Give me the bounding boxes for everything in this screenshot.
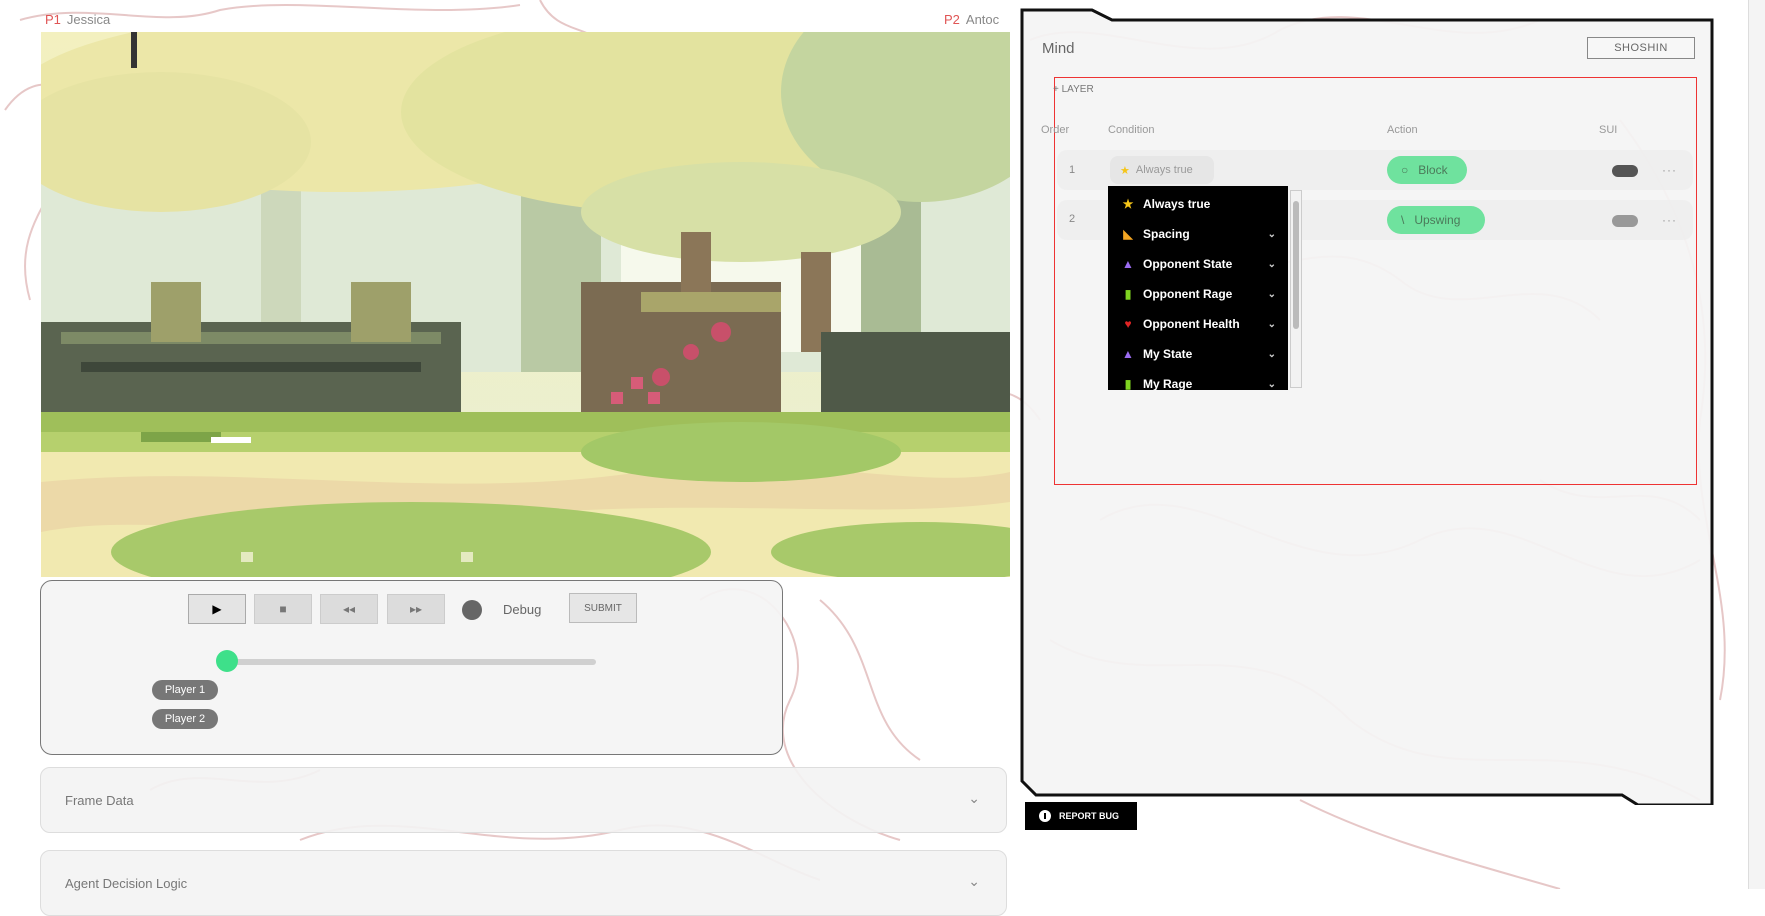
report-bug-button[interactable]: REPORT BUG	[1025, 802, 1137, 830]
column-action: Action	[1387, 124, 1418, 136]
dropdown-item-opponent-rage[interactable]: ▮ Opponent Rage ⌄	[1108, 279, 1288, 309]
player1-name-label: P1 Jessica	[45, 12, 110, 27]
chevron-down-icon: ⌄	[968, 790, 980, 806]
chevron-down-icon: ⌄	[1267, 288, 1276, 300]
player1-pill: Player 1	[152, 680, 218, 700]
submit-button[interactable]: SUBMIT	[569, 593, 637, 623]
fast-forward-icon: ▸▸	[409, 602, 423, 616]
page-scrollbar[interactable]	[1748, 0, 1765, 889]
chevron-down-icon: ⌄	[1267, 228, 1276, 240]
fast-forward-button[interactable]: ▸▸	[387, 594, 445, 624]
debug-label: Debug	[503, 602, 542, 617]
report-bug-label: REPORT BUG	[1059, 811, 1120, 821]
player2-pill: Player 2	[152, 709, 218, 729]
dropdown-scrollbar-thumb[interactable]	[1293, 201, 1299, 329]
battery-icon: ▮	[1124, 377, 1132, 390]
player2-name: Antoc	[965, 12, 1000, 27]
dropdown-item-opponent-health[interactable]: ♥ Opponent Health ⌄	[1108, 309, 1288, 339]
frame-slider-thumb[interactable]	[216, 650, 238, 672]
ruler-icon: ◣	[1123, 227, 1133, 241]
game-viewport[interactable]	[41, 32, 1010, 577]
dropdown-item-label: Always true	[1143, 197, 1211, 211]
dropdown-item-label: Opponent Health	[1143, 317, 1240, 331]
heart-icon: ♥	[1124, 317, 1132, 331]
dropdown-item-my-rage[interactable]: ▮ My Rage ⌄	[1108, 369, 1288, 390]
play-icon: ▶	[212, 602, 222, 616]
column-condition: Condition	[1108, 124, 1155, 136]
slash-icon: \	[1401, 213, 1405, 227]
dropdown-item-label: Opponent State	[1143, 257, 1233, 271]
agent-decision-logic-accordion[interactable]: Agent Decision Logic ⌄	[40, 850, 1007, 916]
accordion-label: Frame Data	[65, 793, 134, 808]
dropdown-item-spacing[interactable]: ◣ Spacing ⌄	[1108, 219, 1288, 249]
dropdown-item-my-state[interactable]: ▲ My State ⌄	[1108, 339, 1288, 369]
chevron-down-icon: ⌄	[1267, 318, 1276, 330]
playback-controls-panel: ▶ ■ ◂◂ ▸▸ Debug SUBMIT Player 1 Player 2	[40, 580, 783, 755]
dropdown-item-label: Spacing	[1143, 227, 1190, 241]
flask-icon: ▲	[1122, 347, 1134, 361]
column-order: Order	[1041, 124, 1070, 136]
dropdown-item-label: Opponent Rage	[1143, 287, 1233, 301]
sui-toggle[interactable]	[1612, 165, 1638, 177]
action-selector[interactable]: ○ Block	[1387, 156, 1467, 184]
shield-icon: ○	[1401, 163, 1409, 177]
player2-name-label: P2 Antoc	[944, 12, 999, 27]
action-label: Upswing	[1414, 213, 1461, 227]
condition-dropdown: ★ Always true ◣ Spacing ⌄ ▲ Opponent Sta…	[1108, 186, 1288, 390]
more-options-icon[interactable]: ···	[1662, 163, 1677, 177]
frame-data-accordion[interactable]: Frame Data ⌄	[40, 767, 1007, 833]
row-order: 1	[1069, 164, 1076, 176]
sui-toggle[interactable]	[1612, 215, 1638, 227]
chevron-down-icon: ⌄	[1267, 378, 1276, 390]
condition-label: Always true	[1135, 164, 1193, 176]
condition-selector[interactable]: ★ Always true	[1110, 156, 1214, 184]
player2-tag: P2	[944, 12, 960, 27]
chevron-down-icon: ⌄	[968, 873, 980, 889]
rewind-button[interactable]: ◂◂	[320, 594, 378, 624]
star-icon: ★	[1122, 197, 1134, 211]
chevron-down-icon: ⌄	[1267, 348, 1276, 360]
more-options-icon[interactable]: ···	[1662, 213, 1677, 227]
stop-icon: ■	[279, 602, 287, 616]
mind-title: Mind	[1042, 40, 1075, 57]
dropdown-item-opponent-state[interactable]: ▲ Opponent State ⌄	[1108, 249, 1288, 279]
player1-name: Jessica	[66, 12, 111, 27]
plus-icon: +	[1053, 84, 1062, 95]
chevron-down-icon: ⌄	[1267, 258, 1276, 270]
alert-icon	[1039, 810, 1051, 822]
action-label: Block	[1418, 163, 1448, 177]
action-selector[interactable]: \ Upswing	[1387, 206, 1485, 234]
shoshin-button[interactable]: SHOSHIN	[1587, 37, 1695, 59]
dropdown-item-always-true[interactable]: ★ Always true	[1108, 189, 1288, 219]
stop-button[interactable]: ■	[254, 594, 312, 624]
dropdown-item-label: My Rage	[1143, 377, 1193, 390]
column-sui: SUI	[1599, 124, 1618, 136]
dropdown-scrollbar[interactable]	[1290, 190, 1302, 388]
debug-toggle[interactable]	[462, 600, 482, 620]
star-icon: ★	[1120, 164, 1130, 177]
dropdown-item-label: My State	[1143, 347, 1193, 361]
game-scene	[41, 32, 1010, 577]
add-layer-button[interactable]: + LAYER	[1053, 84, 1094, 95]
rewind-icon: ◂◂	[342, 602, 356, 616]
battery-icon: ▮	[1124, 287, 1132, 301]
frame-slider-track[interactable]	[221, 659, 596, 665]
play-button[interactable]: ▶	[188, 594, 246, 624]
add-layer-label: LAYER	[1061, 84, 1094, 95]
flask-icon: ▲	[1122, 257, 1134, 271]
player1-tag: P1	[45, 12, 61, 27]
row-order: 2	[1069, 213, 1076, 225]
